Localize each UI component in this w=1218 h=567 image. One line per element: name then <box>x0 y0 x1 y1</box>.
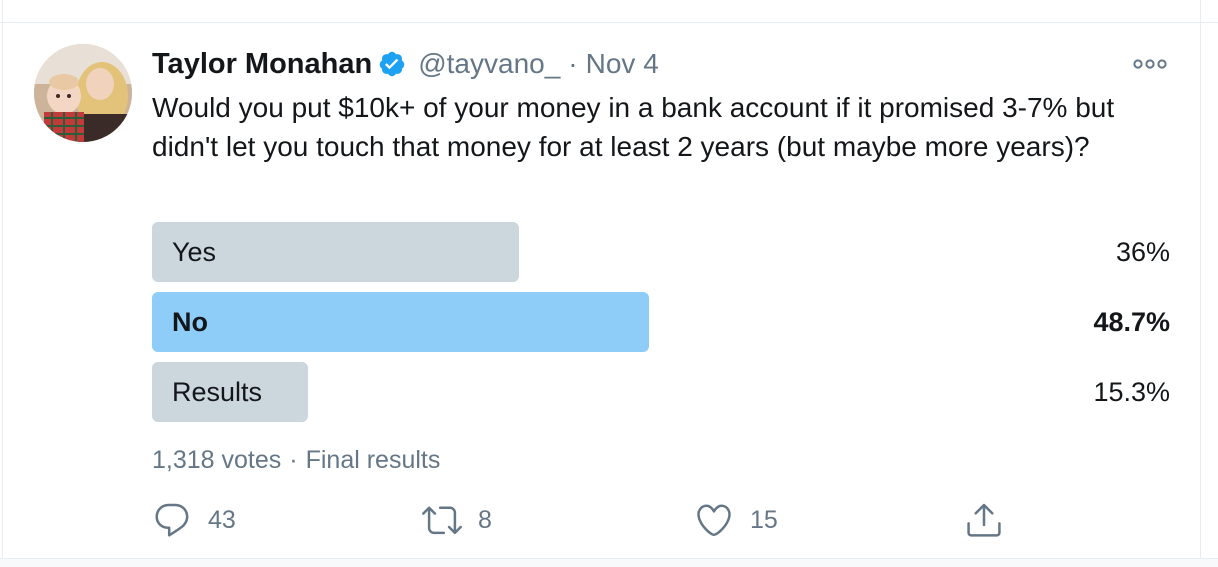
poll-meta-separator: · <box>289 446 298 474</box>
user-handle[interactable]: @tayvano_ <box>418 48 560 80</box>
tweet-text: Would you put $10k+ of your money in a b… <box>152 92 1115 162</box>
like-button[interactable]: 15 <box>694 498 778 542</box>
verified-badge-icon <box>378 50 406 78</box>
share-icon <box>967 503 1001 537</box>
share-button[interactable] <box>964 498 1004 542</box>
tweet-date[interactable]: Nov 4 <box>586 48 659 80</box>
retweet-count: 8 <box>478 505 492 534</box>
poll-option: No 48.7% <box>152 292 1172 352</box>
like-count: 15 <box>750 505 778 534</box>
poll-status: Final results <box>305 446 441 474</box>
poll-option-percent: 48.7% <box>1093 307 1170 337</box>
poll-option: Results 15.3% <box>152 362 1172 422</box>
top-divider <box>0 22 1218 23</box>
retweet-button[interactable]: 8 <box>422 498 492 542</box>
poll-option-label: Yes <box>172 237 217 267</box>
poll-meta: 1,318 votes · Final results <box>152 446 440 475</box>
reply-count: 43 <box>208 505 236 534</box>
avatar[interactable] <box>34 44 132 142</box>
poll-vote-count: 1,318 votes <box>152 446 282 474</box>
poll-option-percent: 15.3% <box>1093 377 1170 407</box>
poll-bar <box>152 292 649 352</box>
retweet-icon <box>422 506 462 535</box>
more-options-icon[interactable] <box>1130 54 1170 74</box>
tweet-card: Taylor Monahan @tayvano_ · Nov 4 Would y… <box>0 0 1218 567</box>
reply-icon <box>155 503 189 537</box>
poll-option-label: No <box>172 307 208 337</box>
reply-button[interactable]: 43 <box>152 498 236 542</box>
header-separator: · <box>568 48 578 79</box>
tweet-actions: 43 8 15 <box>152 498 1172 542</box>
heart-icon <box>697 504 731 537</box>
left-border <box>2 0 3 566</box>
display-name[interactable]: Taylor Monahan <box>152 48 372 81</box>
right-border <box>1200 0 1201 566</box>
poll-option-percent: 36% <box>1115 237 1170 267</box>
poll-option: Yes 36% <box>152 222 1172 282</box>
avatar-photo <box>34 44 132 142</box>
tweet-header: Taylor Monahan @tayvano_ · Nov 4 <box>152 44 659 84</box>
poll-option-label: Results <box>172 377 263 407</box>
